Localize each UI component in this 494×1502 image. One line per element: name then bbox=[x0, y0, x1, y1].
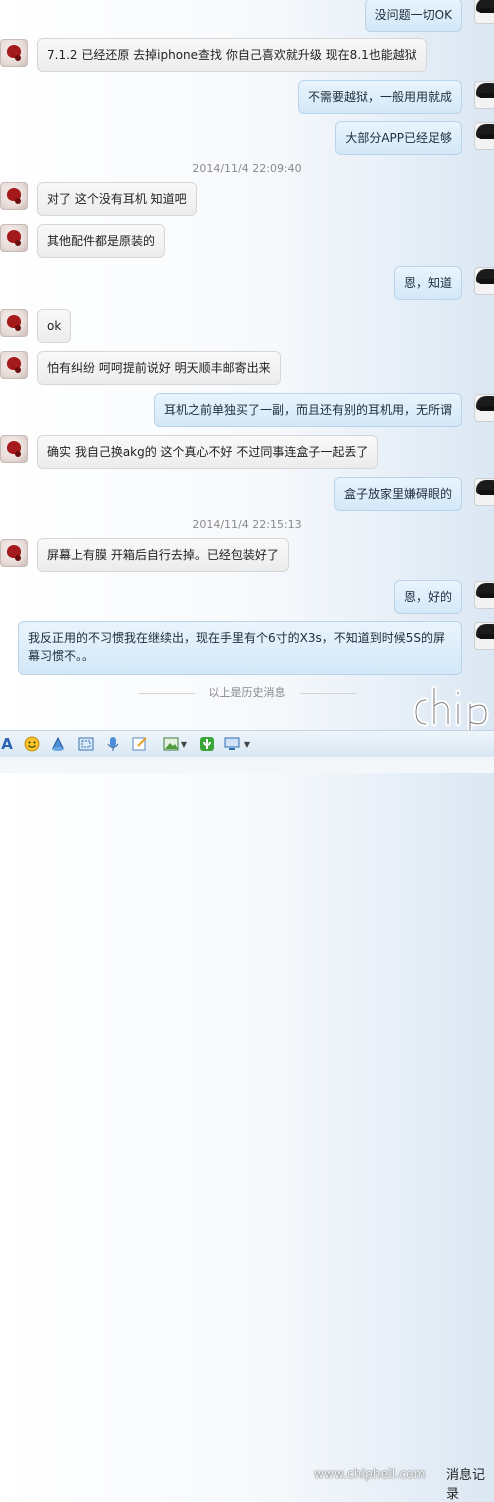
divider-line bbox=[138, 692, 195, 694]
sender-avatar[interactable] bbox=[474, 394, 494, 422]
screenshot-icon[interactable] bbox=[76, 735, 96, 753]
chiphell-watermark-logo bbox=[413, 685, 489, 730]
message-incoming: 对了 这个没有耳机 知道吧 bbox=[0, 182, 494, 216]
font-icon[interactable]: A bbox=[0, 735, 14, 753]
contact-avatar[interactable] bbox=[0, 435, 28, 463]
message-outgoing: 耳机之前单独买了一副，而且还有别的耳机用，无所谓 bbox=[0, 393, 494, 427]
contact-avatar[interactable] bbox=[0, 39, 28, 67]
history-label: 以上是历史消息 bbox=[208, 686, 286, 699]
message-outgoing: 没问题一切OK bbox=[0, 0, 494, 32]
gift-icon[interactable] bbox=[198, 735, 216, 753]
image-icon[interactable]: ▼ bbox=[160, 735, 190, 753]
edit-icon[interactable] bbox=[130, 735, 150, 753]
timestamp: 2014/11/4 22:15:13 bbox=[192, 518, 302, 531]
message-bubble: 耳机之前单独买了一副，而且还有别的耳机用，无所谓 bbox=[153, 393, 462, 427]
message-bubble: 怕有纠纷 呵呵提前说好 明天顺丰邮寄出来 bbox=[37, 351, 281, 385]
message-bubble: 确实 我自己换akg的 这个真心不好 不过同事连盒子一起丢了 bbox=[37, 435, 379, 469]
message-bubble: 屏幕上有膜 开箱后自行去掉。已经包装好了 bbox=[37, 538, 289, 572]
message-bubble: 对了 这个没有耳机 知道吧 bbox=[37, 182, 197, 216]
input-area[interactable] bbox=[0, 757, 494, 773]
sender-avatar[interactable] bbox=[474, 478, 494, 506]
message-bubble: ok bbox=[37, 309, 72, 343]
sender-avatar[interactable] bbox=[474, 122, 494, 150]
message-outgoing: 大部分APP已经足够 bbox=[0, 121, 494, 155]
message-incoming: ok bbox=[0, 309, 494, 343]
contact-avatar[interactable] bbox=[0, 351, 28, 379]
emoji-icon[interactable] bbox=[22, 735, 42, 753]
message-bubble: 大部分APP已经足够 bbox=[335, 121, 462, 155]
message-incoming: 其他配件都是原装的 bbox=[0, 224, 494, 258]
message-bubble: 恩，知道 bbox=[393, 266, 462, 300]
sender-avatar[interactable] bbox=[474, 622, 494, 650]
message-bubble: 我反正用的不习惯我在继续出，现在手里有个6寸的X3s，不知道到时候5S的屏幕习惯… bbox=[18, 621, 462, 675]
voice-icon[interactable] bbox=[104, 735, 122, 753]
contact-avatar[interactable] bbox=[0, 182, 28, 210]
message-bubble: 其他配件都是原装的 bbox=[37, 224, 166, 258]
timestamp: 2014/11/4 22:09:40 bbox=[192, 162, 302, 175]
divider-line bbox=[299, 692, 356, 694]
sender-avatar[interactable] bbox=[474, 267, 494, 295]
message-bubble: 7.1.2 已经还原 去掉iphone查找 你自己喜欢就升级 现在8.1也能越狱 bbox=[37, 38, 427, 72]
message-outgoing: 盒子放家里嫌碍眼的 bbox=[0, 477, 494, 511]
message-bubble: 没问题一切OK bbox=[364, 0, 462, 32]
message-incoming: 7.1.2 已经还原 去掉iphone查找 你自己喜欢就升级 现在8.1也能越狱 bbox=[0, 38, 494, 72]
sender-avatar[interactable] bbox=[474, 81, 494, 109]
message-incoming: 屏幕上有膜 开箱后自行去掉。已经包装好了 bbox=[0, 538, 494, 572]
sender-avatar[interactable] bbox=[474, 581, 494, 609]
message-outgoing: 恩，知道 bbox=[0, 266, 494, 300]
watermark-url: www.chiphell.com bbox=[314, 1467, 426, 1481]
message-bubble: 盒子放家里嫌碍眼的 bbox=[333, 477, 462, 511]
input-toolbar: A ▼ ▼ www.chiphell.com 消息记录 bbox=[0, 730, 494, 1502]
message-outgoing: 恩，好的 bbox=[0, 580, 494, 614]
message-outgoing: 我反正用的不习惯我在继续出，现在手里有个6寸的X3s，不知道到时候5S的屏幕习惯… bbox=[0, 621, 494, 677]
message-incoming: 怕有纠纷 呵呵提前说好 明天顺丰邮寄出来 bbox=[0, 351, 494, 385]
message-bubble: 不需要越狱，一般用用就成 bbox=[297, 80, 462, 114]
message-record-button[interactable]: 消息记录 bbox=[446, 1464, 494, 1502]
contact-avatar[interactable] bbox=[0, 224, 28, 252]
screen-share-icon[interactable]: ▼ bbox=[222, 735, 252, 753]
chat-history[interactable]: 没问题一切OK 7.1.2 已经还原 去掉iphone查找 你自己喜欢就升级 现… bbox=[0, 0, 494, 730]
message-incoming: 确实 我自己换akg的 这个真心不好 不过同事连盒子一起丢了 bbox=[0, 435, 494, 469]
sender-avatar[interactable] bbox=[474, 0, 494, 24]
message-outgoing: 不需要越狱，一般用用就成 bbox=[0, 80, 494, 114]
shake-icon[interactable] bbox=[48, 735, 68, 753]
contact-avatar[interactable] bbox=[0, 309, 28, 337]
message-bubble: 恩，好的 bbox=[393, 580, 462, 614]
contact-avatar[interactable] bbox=[0, 539, 28, 567]
